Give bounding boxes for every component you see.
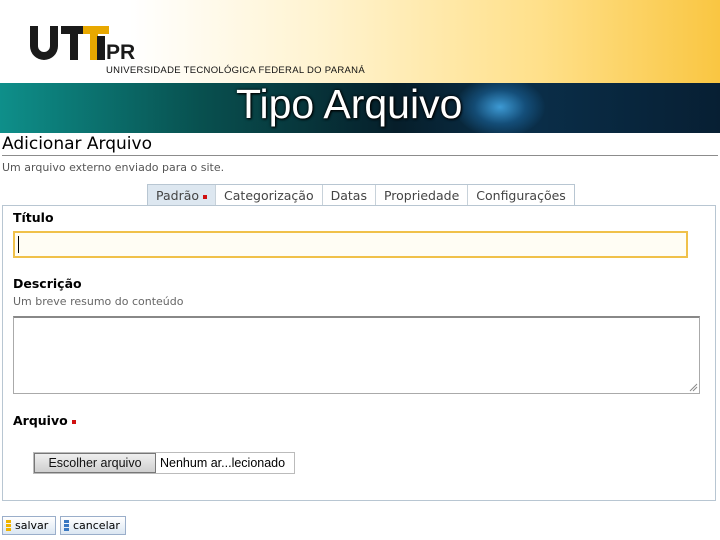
required-marker — [203, 194, 208, 199]
file-label: Arquivo — [13, 413, 76, 428]
tab-label: Padrão — [156, 188, 200, 203]
cancel-button[interactable]: cancelar — [60, 516, 126, 535]
tab-datas[interactable]: Datas — [321, 185, 375, 206]
tab-propriedade[interactable]: Propriedade — [374, 185, 467, 206]
file-label-text: Arquivo — [13, 413, 68, 428]
file-status-text: Nenhum ar...lecionado — [160, 456, 286, 470]
tab-label: Categorização — [224, 188, 314, 203]
choose-file-button[interactable]: Escolher arquivo — [34, 453, 156, 473]
banner-title: Tipo Arquivo — [236, 81, 463, 127]
tab-label: Configurações — [476, 188, 566, 203]
title-input[interactable] — [13, 231, 688, 258]
university-name: UNIVERSIDADE TECNOLÓGICA FEDERAL DO PARA… — [106, 65, 365, 76]
description-textarea[interactable] — [13, 316, 700, 394]
utfpr-logo: PR — [30, 26, 135, 62]
site-header: PR UNIVERSIDADE TECNOLÓGICA FEDERAL DO P… — [0, 0, 720, 83]
form-tabs: Padrão Categorização Datas Propriedade C… — [147, 184, 575, 206]
tab-configuracoes[interactable]: Configurações — [467, 185, 574, 206]
description-help: Um breve resumo do conteúdo — [13, 295, 184, 308]
save-icon — [6, 520, 11, 531]
cancel-label: cancelar — [73, 519, 120, 532]
tab-label: Datas — [330, 188, 367, 203]
banner-glow — [455, 83, 545, 133]
page-title: Adicionar Arquivo — [2, 134, 152, 154]
text-caret — [18, 236, 19, 253]
svg-text:PR: PR — [106, 41, 135, 62]
save-label: salvar — [15, 519, 49, 532]
heading-divider — [2, 155, 718, 156]
title-label: Título — [13, 210, 54, 225]
save-button[interactable]: salvar — [2, 516, 56, 535]
tab-padrao[interactable]: Padrão — [148, 185, 216, 206]
cancel-icon — [64, 520, 69, 531]
tab-categorizacao[interactable]: Categorização — [215, 185, 322, 206]
required-marker — [71, 419, 76, 424]
file-input[interactable]: Escolher arquivo Nenhum ar...lecionado — [33, 452, 295, 474]
page-description: Um arquivo externo enviado para o site. — [2, 161, 225, 174]
tab-label: Propriedade — [383, 188, 460, 203]
description-label: Descrição — [13, 276, 82, 291]
resize-grip-icon[interactable] — [688, 382, 698, 392]
